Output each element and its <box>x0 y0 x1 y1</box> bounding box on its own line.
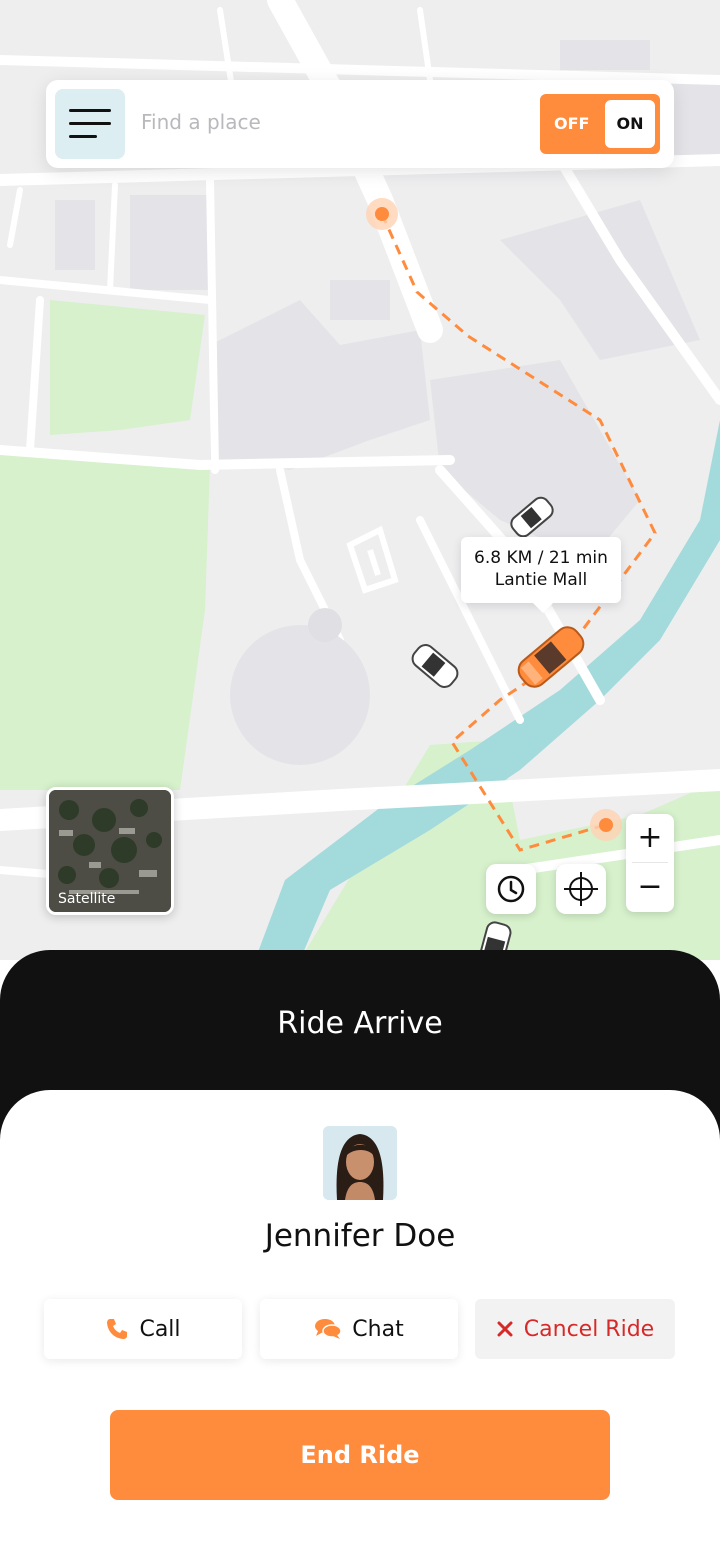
chat-button[interactable]: Chat <box>260 1299 458 1359</box>
clock-icon <box>497 875 525 903</box>
avatar <box>323 1126 397 1200</box>
satellite-toggle[interactable]: Satellite <box>46 787 174 915</box>
call-button[interactable]: Call <box>44 1299 242 1359</box>
map-view[interactable]: Find a place OFF ON 6.8 KM / 21 min Lant… <box>0 0 720 960</box>
route-destination: Lantie Mall <box>494 570 588 590</box>
close-icon <box>497 1321 513 1337</box>
search-input[interactable]: Find a place <box>141 110 261 134</box>
satellite-label: Satellite <box>58 891 116 907</box>
zoom-in-button[interactable]: + <box>626 814 674 862</box>
menu-icon <box>69 109 111 112</box>
chat-label: Chat <box>352 1316 404 1342</box>
route-distance-time: 6.8 KM / 21 min <box>474 548 608 568</box>
menu-button[interactable] <box>55 89 125 159</box>
chat-icon <box>315 1319 343 1339</box>
sheet-title: Ride Arrive <box>277 1006 443 1041</box>
driver-photo <box>323 1126 397 1200</box>
end-ride-button[interactable]: End Ride <box>110 1410 610 1500</box>
zoom-control: + − <box>626 814 674 912</box>
route-info-tooltip: 6.8 KM / 21 min Lantie Mall <box>461 537 621 613</box>
driver-name: Jennifer Doe <box>264 1218 456 1254</box>
toggle-off-label: OFF <box>554 114 590 133</box>
locate-me-button[interactable] <box>556 864 606 914</box>
online-toggle[interactable]: OFF ON <box>540 94 660 154</box>
zoom-out-button[interactable]: − <box>626 863 674 911</box>
toggle-on-label: ON <box>605 100 655 148</box>
cancel-ride-label: Cancel Ride <box>523 1316 655 1342</box>
history-button[interactable] <box>486 864 536 914</box>
phone-icon <box>107 1319 128 1339</box>
call-label: Call <box>139 1316 181 1342</box>
cancel-ride-button[interactable]: Cancel Ride <box>475 1299 675 1359</box>
search-bar: Find a place OFF ON <box>46 80 674 168</box>
crosshair-icon <box>564 872 598 906</box>
